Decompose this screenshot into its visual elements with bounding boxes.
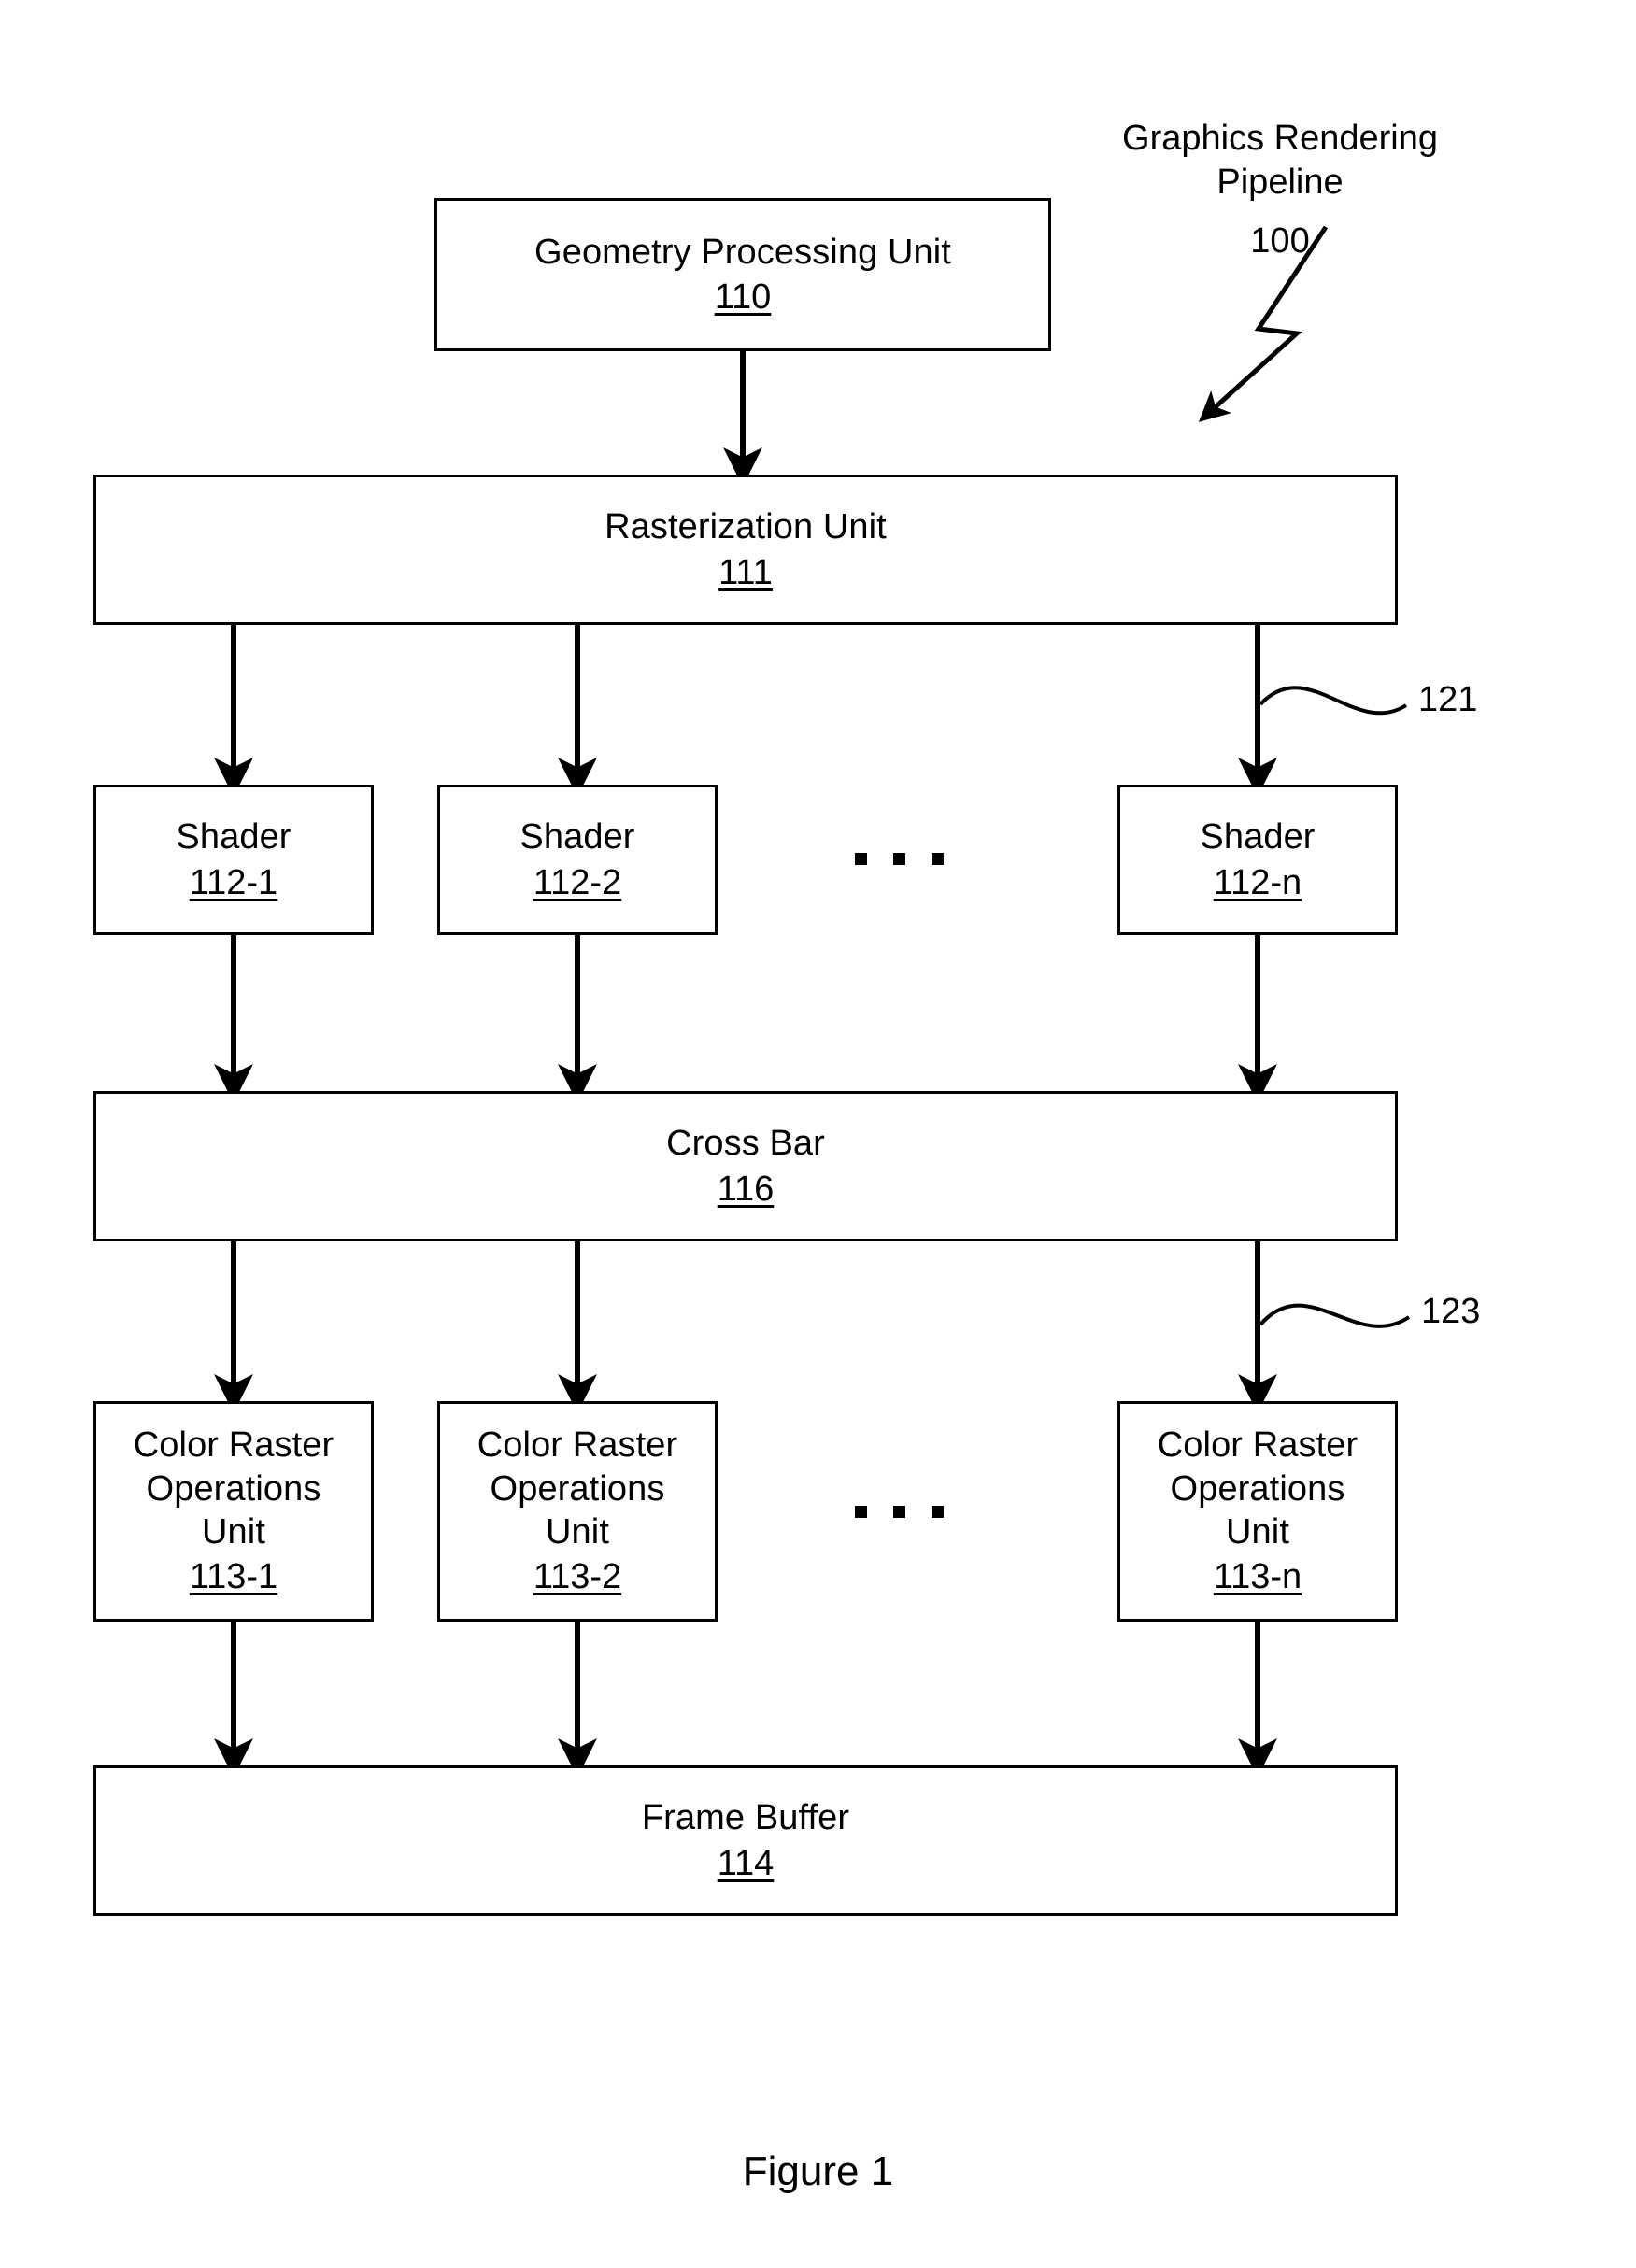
shader-row-ellipsis: [855, 853, 944, 865]
node-refnum: 111: [718, 552, 773, 592]
ellipsis-dot: [932, 853, 944, 865]
system-refnum: 100: [1084, 176, 1476, 263]
node-title: Geometry Processing Unit: [534, 232, 951, 272]
ellipsis-dot: [855, 853, 867, 865]
figure-caption: Figure 1: [0, 2148, 1636, 2195]
node-title: Rasterization Unit: [605, 507, 887, 547]
node-shader-n[interactable]: Shader 112-n: [1117, 785, 1398, 935]
ellipsis-dot: [855, 1506, 867, 1518]
ref-label-123: 123: [1421, 1294, 1480, 1329]
node-geometry-processing-unit[interactable]: Geometry Processing Unit 110: [434, 198, 1051, 351]
system-refnum-text: 100: [1250, 221, 1310, 262]
node-title: Shader: [1200, 817, 1316, 858]
node-title: Shader: [519, 817, 635, 858]
ref-label-121-text: 121: [1418, 680, 1478, 719]
node-color-raster-operations-unit-2[interactable]: Color Raster Operations Unit 113-2: [437, 1401, 718, 1622]
ellipsis-dot: [893, 1506, 905, 1518]
crop-row-ellipsis: [855, 1506, 944, 1518]
node-title: Color Raster Operations Unit: [1157, 1425, 1359, 1552]
node-title: Color Raster Operations Unit: [477, 1425, 678, 1552]
node-cross-bar[interactable]: Cross Bar 116: [93, 1091, 1398, 1241]
node-refnum: 112-2: [533, 862, 622, 902]
node-refnum: 110: [714, 277, 772, 317]
node-color-raster-operations-unit-n[interactable]: Color Raster Operations Unit 113-n: [1117, 1401, 1398, 1622]
ref-label-123-text: 123: [1421, 1292, 1481, 1331]
node-refnum: 113-1: [189, 1557, 278, 1597]
leader-line-123: [1259, 1303, 1411, 1328]
figure-caption-text: Figure 1: [742, 2148, 894, 2194]
node-refnum: 112-n: [1213, 862, 1302, 902]
ellipsis-dot: [893, 853, 905, 865]
figure-sheet: Graphics Rendering Pipeline 100 Geometry…: [0, 0, 1636, 2268]
node-shader-1[interactable]: Shader 112-1: [93, 785, 374, 935]
node-color-raster-operations-unit-1[interactable]: Color Raster Operations Unit 113-1: [93, 1401, 374, 1622]
node-title: Color Raster Operations Unit: [133, 1425, 334, 1552]
leader-line-121: [1259, 686, 1408, 716]
node-refnum: 113-2: [533, 1557, 622, 1597]
node-refnum: 114: [717, 1843, 775, 1883]
node-title: Cross Bar: [666, 1124, 825, 1164]
node-refnum: 113-n: [1213, 1557, 1302, 1597]
node-rasterization-unit[interactable]: Rasterization Unit 111: [93, 475, 1398, 625]
node-title: Shader: [176, 817, 292, 858]
node-frame-buffer[interactable]: Frame Buffer 114: [93, 1765, 1398, 1916]
node-title: Frame Buffer: [641, 1798, 850, 1838]
ref-label-121: 121: [1418, 682, 1477, 717]
node-shader-2[interactable]: Shader 112-2: [437, 785, 718, 935]
ellipsis-dot: [932, 1506, 944, 1518]
node-refnum: 112-1: [189, 862, 278, 902]
node-refnum: 116: [717, 1169, 775, 1209]
